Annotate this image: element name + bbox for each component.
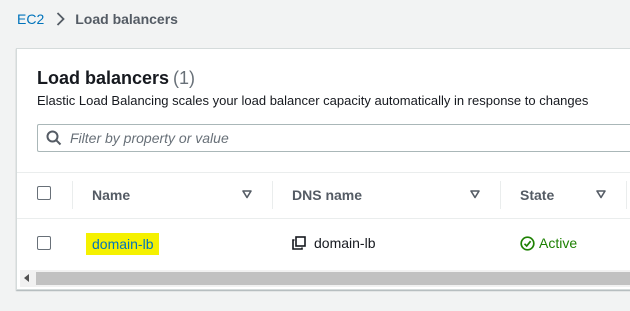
column-divider <box>500 181 501 209</box>
filter-bar[interactable] <box>37 124 630 152</box>
row-checkbox[interactable] <box>37 236 51 250</box>
horizontal-scrollbar[interactable] <box>20 270 630 287</box>
sort-caret-icon[interactable] <box>596 190 606 199</box>
search-icon <box>46 130 62 146</box>
panel-description: Elastic Load Balancing scales your load … <box>37 93 589 108</box>
column-header-name[interactable]: Name <box>92 187 130 203</box>
filter-input[interactable] <box>70 130 570 146</box>
scroll-left-arrow-icon[interactable] <box>24 274 29 282</box>
sort-caret-icon[interactable] <box>470 190 480 199</box>
header-divider <box>17 172 630 173</box>
status-success-icon <box>520 235 535 251</box>
column-header-state[interactable]: State <box>520 187 554 203</box>
load-balancers-panel: Load balancers (1) Elastic Load Balancing… <box>16 48 630 290</box>
breadcrumb: EC2 Load balancers <box>17 11 178 27</box>
column-divider <box>272 181 273 209</box>
sort-caret-icon[interactable] <box>242 190 252 199</box>
select-all-checkbox[interactable] <box>37 186 51 200</box>
title-text: Load balancers <box>37 68 170 88</box>
breadcrumb-current: Load balancers <box>75 11 178 27</box>
column-divider <box>72 181 73 209</box>
title-count: (1) <box>173 68 196 88</box>
row-divider <box>17 218 630 219</box>
page-title: Load balancers (1) <box>37 68 195 89</box>
scrollbar-thumb[interactable] <box>36 272 630 285</box>
chevron-right-icon <box>56 12 66 26</box>
dns-name-cell: domain-lb <box>292 235 375 251</box>
load-balancer-name-link[interactable]: domain-lb <box>86 233 160 255</box>
copy-icon[interactable] <box>292 236 306 250</box>
breadcrumb-ec2-link[interactable]: EC2 <box>17 11 44 27</box>
dns-name-text: domain-lb <box>314 235 376 251</box>
state-text: Active <box>539 235 578 251</box>
column-header-dns-name[interactable]: DNS name <box>292 187 362 203</box>
state-cell: Active <box>520 235 577 251</box>
column-divider <box>626 181 627 209</box>
